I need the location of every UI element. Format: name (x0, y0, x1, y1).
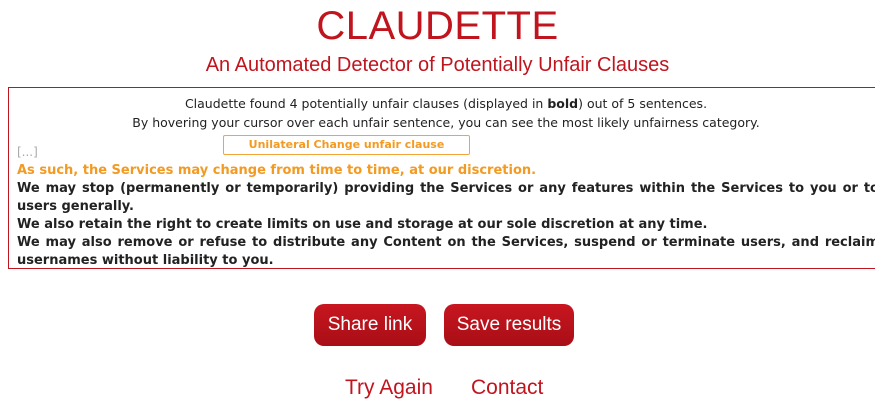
share-link-button[interactable]: Share link (314, 304, 426, 346)
contact-link[interactable]: Contact (471, 374, 543, 402)
app-title: CLAUDETTE (316, 4, 559, 48)
try-again-link[interactable]: Try Again (345, 374, 433, 402)
save-results-button[interactable]: Save results (444, 304, 574, 346)
app-subtitle: An Automated Detector of Potentially Unf… (205, 54, 670, 76)
omitted-text-marker: [...] (17, 145, 38, 159)
sentence-list: As such, the Services may change from ti… (17, 162, 875, 270)
unfair-sentence[interactable]: As such, the Services may change from ti… (17, 162, 875, 180)
summary-suffix: ) out of 5 sentences. (578, 96, 708, 111)
unfair-sentence[interactable]: We may stop (permanently or temporarily)… (17, 180, 875, 216)
summary-bold-word: bold (547, 96, 579, 111)
summary-prefix: Claudette found 4 potentially unfair cla… (184, 96, 548, 111)
result-summary: Claudette found 4 potentially unfair cla… (13, 94, 875, 132)
result-panel: Claudette found 4 potentially unfair cla… (8, 87, 875, 269)
unfair-sentence[interactable]: We also retain the right to create limit… (17, 216, 875, 234)
unfairness-category-tooltip: Unilateral Change unfair clause (223, 135, 470, 155)
summary-hint: By hovering your cursor over each unfair… (132, 115, 760, 130)
unfair-sentence[interactable]: We may also remove or refuse to distribu… (17, 234, 875, 270)
